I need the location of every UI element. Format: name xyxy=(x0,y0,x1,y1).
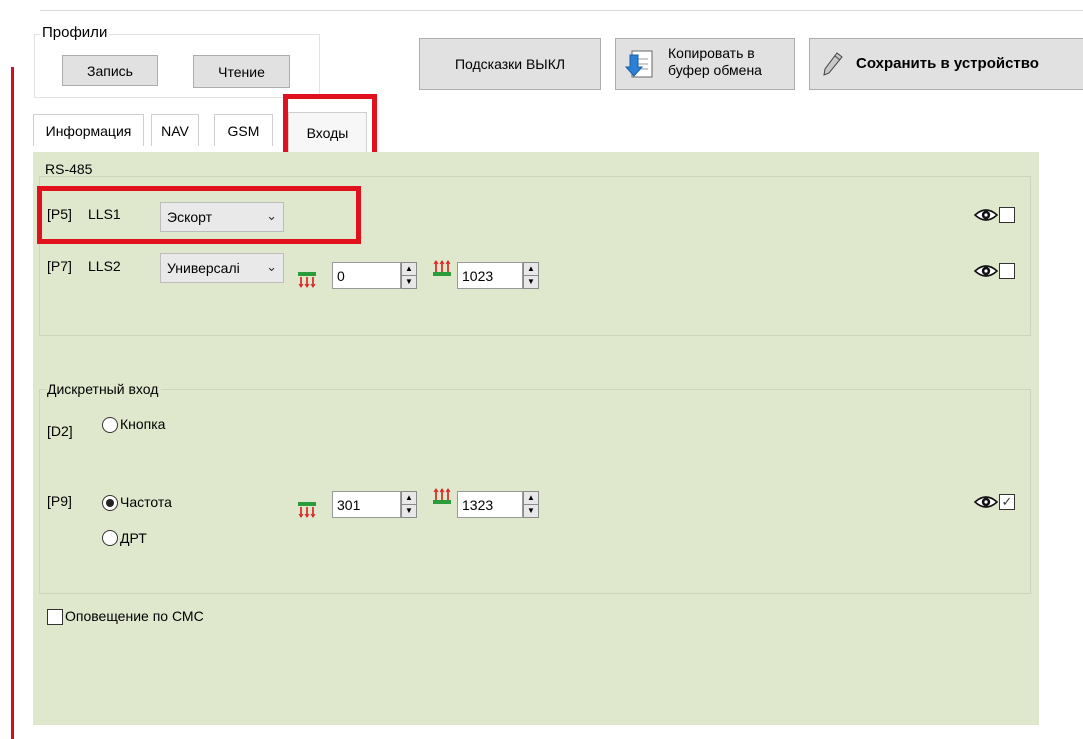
save-pen-icon xyxy=(823,52,843,76)
lls2-max-input[interactable]: 1023 xyxy=(457,262,523,289)
spin-up-icon: ▲ xyxy=(405,264,413,273)
read-profile-button[interactable]: Чтение xyxy=(193,55,290,88)
copy-to-clipboard-button[interactable]: Копировать в буфер обмена xyxy=(615,38,795,90)
spin-up-icon: ▲ xyxy=(527,493,535,502)
eye-icon xyxy=(974,209,998,221)
spin-up-icon: ▲ xyxy=(405,493,413,502)
eye-icon xyxy=(974,496,998,508)
copy-label-line1: Копировать в xyxy=(668,45,755,61)
spin-down-icon: ▼ xyxy=(402,504,416,517)
drt-mode-label: ДРТ xyxy=(120,530,147,546)
spin-down-icon: ▼ xyxy=(524,275,538,288)
tab-highlight-box xyxy=(283,94,377,157)
sensor-min-icon xyxy=(298,502,316,518)
drt-mode-radio[interactable] xyxy=(102,530,118,546)
copy-to-clipboard-icon xyxy=(624,50,653,78)
lls2-mode-select[interactable]: Универсалі ⌄ xyxy=(160,253,284,283)
sensor-max-icon xyxy=(433,260,451,276)
profiles-title: Профили xyxy=(40,24,110,41)
rs485-title: RS-485 xyxy=(45,161,93,177)
p7-port-label: [P7] xyxy=(47,258,72,274)
p9-min-spinner[interactable]: ▲ ▼ xyxy=(401,491,417,518)
write-profile-button[interactable]: Запись xyxy=(62,55,158,86)
tab-information[interactable]: Информация xyxy=(33,114,144,146)
p9-min-input[interactable]: 301 xyxy=(332,491,401,518)
eye-icon xyxy=(974,265,998,277)
lls2-visible-checkbox[interactable] xyxy=(999,263,1015,279)
spin-down-icon: ▼ xyxy=(524,504,538,517)
lls1-visible-checkbox[interactable] xyxy=(999,207,1015,223)
copy-label-line2: буфер обмена xyxy=(668,62,762,78)
sensor-max-icon xyxy=(433,488,451,504)
sensor-min-icon xyxy=(298,272,316,288)
spin-up-icon: ▲ xyxy=(527,264,535,273)
hints-toggle-button[interactable]: Подсказки ВЫКЛ xyxy=(419,38,601,90)
lls2-max-spinner[interactable]: ▲ ▼ xyxy=(523,262,539,289)
save-label: Сохранить в устройство xyxy=(856,55,1039,72)
lls2-label: LLS2 xyxy=(88,258,121,274)
lls2-mode-value: Универсалі xyxy=(167,260,240,276)
lls2-min-spinner[interactable]: ▲ ▼ xyxy=(401,262,417,289)
d2-port-label: [D2] xyxy=(47,423,73,439)
chevron-down-icon: ⌄ xyxy=(266,259,277,274)
lls2-min-input[interactable]: 0 xyxy=(332,262,401,289)
p9-max-spinner[interactable]: ▲ ▼ xyxy=(523,491,539,518)
frequency-mode-label: Частота xyxy=(120,494,172,510)
p9-visible-checkbox[interactable]: ✓ xyxy=(999,494,1015,510)
frequency-mode-radio[interactable] xyxy=(102,495,118,511)
spin-down-icon: ▼ xyxy=(402,275,416,288)
p9-max-input[interactable]: 1323 xyxy=(457,491,523,518)
tab-nav[interactable]: NAV xyxy=(151,114,199,146)
save-to-device-button[interactable]: Сохранить в устройство xyxy=(809,38,1083,90)
discrete-input-title: Дискретный вход xyxy=(47,381,162,397)
sms-notification-label: Оповещение по СМС xyxy=(65,608,204,624)
left-red-marker xyxy=(11,67,14,739)
sms-notification-checkbox[interactable] xyxy=(47,609,63,625)
top-divider xyxy=(40,10,1083,11)
p9-port-label: [P9] xyxy=(47,493,72,509)
button-mode-radio[interactable] xyxy=(102,417,118,433)
button-mode-label: Кнопка xyxy=(120,416,166,432)
tab-gsm[interactable]: GSM xyxy=(214,114,273,146)
p5-highlight-box xyxy=(37,186,361,244)
